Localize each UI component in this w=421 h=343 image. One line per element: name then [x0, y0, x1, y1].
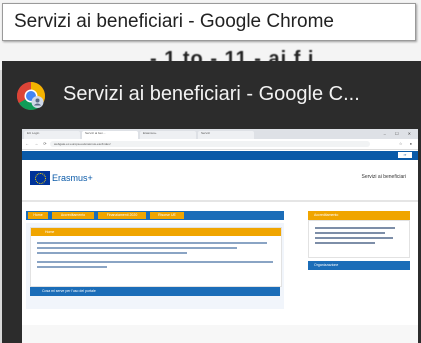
- preview-tab: EU Login: [24, 131, 80, 139]
- preview-tab-strip: EU Login Servizi ai ben... Erasmus+ Serv…: [22, 129, 418, 139]
- preview-site-header: Erasmus+ Servizi ai beneficiari: [22, 160, 418, 202]
- preview-text-line: [37, 252, 187, 254]
- preview-tab: Servizi ai ben...: [82, 131, 138, 139]
- preview-url: webgate.ec.europa.eu/erasmus-esc/index/: [50, 141, 370, 147]
- preview-menu-item: Finanziamenti 2020: [98, 212, 146, 219]
- thumbnail-title: Servizi ai beneficiari - Google C...: [63, 83, 360, 105]
- preview-site-title: Servizi ai beneficiari: [361, 174, 406, 180]
- eu-flag-icon: [30, 171, 50, 185]
- preview-text-line: [37, 247, 237, 249]
- preview-window-controls: – ☐ ✕: [383, 131, 415, 136]
- chrome-icon: [17, 82, 45, 110]
- preview-side-heading: Accreditamento: [308, 211, 410, 220]
- preview-tab: Erasmus+: [140, 131, 196, 139]
- thumbnail-header[interactable]: Servizi ai beneficiari - Google C...: [2, 61, 421, 131]
- preview-language: IT: [398, 152, 412, 158]
- preview-text-line: [315, 242, 375, 244]
- preview-text-line: [315, 237, 393, 239]
- preview-tab: Servizi: [198, 131, 254, 139]
- preview-home-box: Home: [30, 227, 282, 287]
- preview-text-line: [37, 242, 267, 244]
- preview-nav-icons: ← → ⟳: [25, 141, 49, 146]
- window-preview[interactable]: EU Login Servizi ai ben... Erasmus+ Serv…: [22, 129, 418, 343]
- preview-footer: [22, 325, 418, 343]
- tooltip-text: Servizi ai beneficiari - Google Chrome: [14, 11, 334, 32]
- preview-text-line: [37, 261, 273, 263]
- preview-menu-item: Accreditamento: [52, 212, 94, 219]
- preview-side-heading: Organizzazione: [308, 261, 410, 270]
- window-title-tooltip: Servizi ai beneficiari - Google Chrome: [2, 3, 416, 41]
- preview-menu: Home Accreditamento Finanziamenti 2020 R…: [26, 211, 284, 220]
- preview-home-heading: Home: [31, 228, 281, 236]
- preview-text-line: [315, 227, 395, 229]
- preview-brand: Erasmus+: [52, 173, 93, 183]
- preview-side-box: [308, 220, 410, 258]
- preview-address-bar: ← → ⟳ webgate.ec.europa.eu/erasmus-esc/i…: [22, 139, 418, 150]
- preview-top-bar: IT: [22, 151, 418, 160]
- taskbar-window-thumbnail[interactable]: Servizi ai beneficiari - Google C... EU …: [2, 61, 421, 343]
- preview-menu-item: Home: [28, 212, 48, 219]
- preview-prereq-bar: Cosa mi serve per l'uso del portale: [30, 287, 280, 296]
- preview-text-line: [37, 266, 107, 268]
- preview-extension-icons: ☆ ●: [398, 141, 415, 146]
- preview-text-line: [315, 232, 385, 234]
- preview-menu-item: Risorse UE: [150, 212, 184, 219]
- preview-main-content: Home Cosa mi serve per l'uso del portale: [26, 223, 284, 309]
